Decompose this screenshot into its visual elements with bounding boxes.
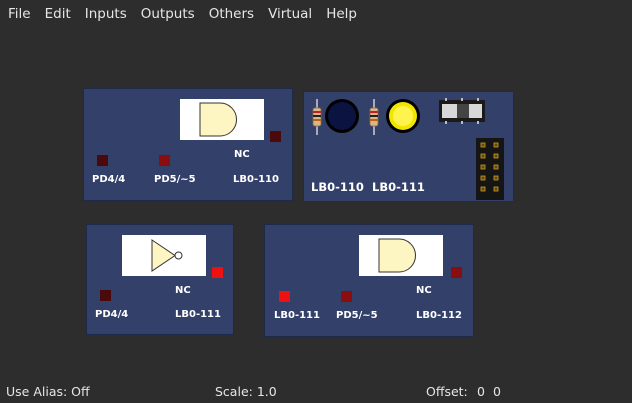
push-button-icon[interactable] [323, 97, 361, 135]
nc-label: NC [234, 149, 250, 160]
menu-inputs[interactable]: Inputs [79, 0, 135, 28]
and-gate-icon [378, 238, 416, 273]
slide-switch-icon[interactable] [439, 98, 485, 124]
input-label-2: PD5/~5 [154, 174, 196, 185]
menu-outputs[interactable]: Outputs [135, 0, 203, 28]
alias-status: Use Alias: Off [6, 384, 90, 399]
menu-file[interactable]: File [2, 0, 39, 28]
circuit-canvas[interactable]: NC PD4/4 PD5/~5 LB0-110 LB0-110 LB0-111 … [0, 28, 632, 380]
input-label-1: LB0-111 [274, 310, 320, 321]
input-label-2: PD5/~5 [336, 310, 378, 321]
menu-bar: File Edit Inputs Outputs Others Virtual … [0, 0, 632, 28]
menu-edit[interactable]: Edit [39, 0, 79, 28]
gate-symbol-box [359, 235, 443, 276]
input-led-2 [159, 155, 170, 166]
push-button-icon[interactable] [384, 97, 422, 135]
pin-header-icon [476, 138, 504, 200]
not-gate-module[interactable]: NC PD4/4 LB0-111 [86, 224, 234, 335]
and-gate-module-2[interactable]: NC LB0-111 PD5/~5 LB0-112 [264, 224, 474, 337]
input-led-1 [279, 291, 290, 302]
resistor-icon [369, 99, 379, 135]
menu-others[interactable]: Others [203, 0, 262, 28]
input-led-1 [97, 155, 108, 166]
menu-help[interactable]: Help [320, 0, 365, 28]
input-label-1: PD4/4 [95, 309, 129, 320]
scale-status: Scale: 1.0 [215, 384, 277, 399]
input-led-1 [100, 290, 111, 301]
output-label: LB0-112 [416, 310, 462, 321]
nc-label: NC [416, 285, 432, 296]
menu-virtual[interactable]: Virtual [262, 0, 320, 28]
output-label: LB0-111 [175, 309, 221, 320]
input-label-1: PD4/4 [92, 174, 126, 185]
status-bar: Use Alias: Off Scale: 1.0 Offset: 0 0 [0, 380, 632, 403]
resistor-icon [312, 99, 322, 135]
output-label: LB0-110 [233, 174, 279, 185]
output-led [270, 131, 281, 142]
board-label-left: LB0-110 [311, 180, 364, 194]
gate-symbol-box [122, 235, 206, 276]
and-gate-module-1[interactable]: NC PD4/4 PD5/~5 LB0-110 [83, 88, 293, 201]
offset-label: Offset: [426, 384, 468, 399]
offset-x: 0 [477, 384, 485, 399]
nc-label: NC [175, 285, 191, 296]
board-label-right: LB0-111 [372, 180, 425, 194]
not-gate-icon [151, 239, 183, 272]
output-led [451, 267, 462, 278]
offset-y: 0 [493, 384, 501, 399]
output-led [212, 267, 223, 278]
board-module[interactable]: LB0-110 LB0-111 [303, 91, 514, 202]
and-gate-icon [199, 102, 237, 137]
gate-symbol-box [180, 99, 264, 140]
input-led-2 [341, 291, 352, 302]
